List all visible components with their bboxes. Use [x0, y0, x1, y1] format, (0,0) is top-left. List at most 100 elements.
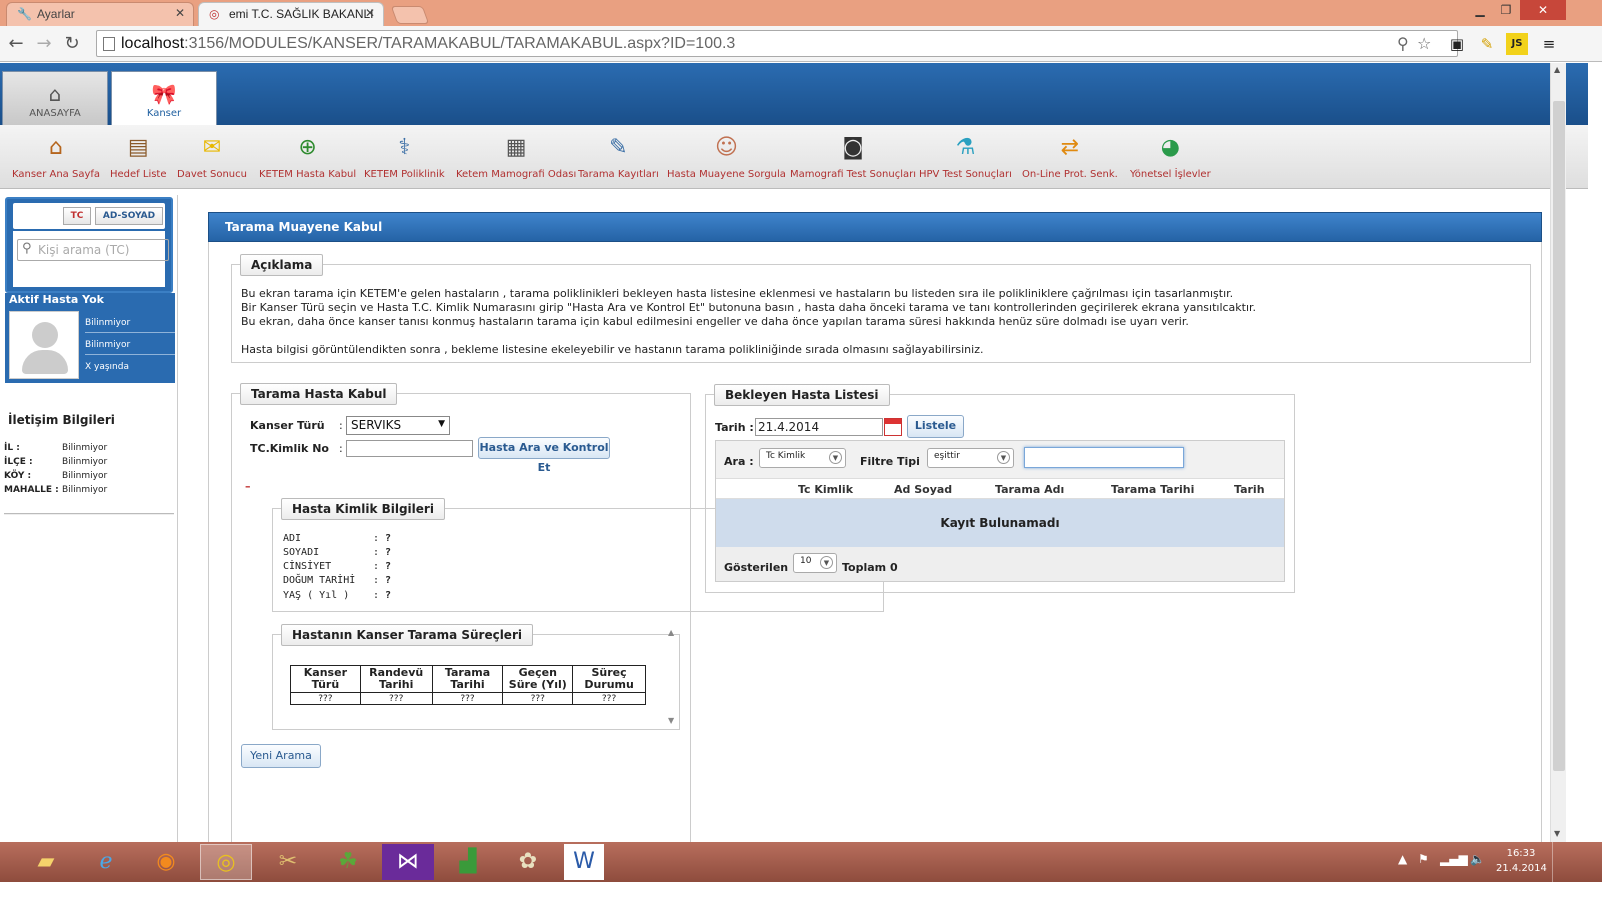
toolbar-exam-query[interactable]: ☺ Hasta Muayene Sorgula: [667, 133, 786, 180]
list-button[interactable]: Listele: [907, 415, 964, 438]
close-icon[interactable]: ✕: [175, 6, 185, 20]
wrench-icon: 🔧: [17, 7, 32, 21]
page-scrollbar[interactable]: ▲ ▼: [1550, 63, 1566, 843]
search-tab-tc[interactable]: TC: [63, 207, 91, 225]
js-extension-icon[interactable]: JS: [1506, 33, 1528, 55]
toolbar-target-list[interactable]: ▤ Hedef Liste: [110, 133, 167, 180]
tray-arrow-icon[interactable]: ▲: [1398, 852, 1407, 866]
word-icon[interactable]: W: [564, 844, 604, 880]
scroll-up-arrow-icon[interactable]: ▲: [668, 628, 674, 637]
toolbar-cancer-home[interactable]: ⌂ Kanser Ana Sayfa: [12, 133, 100, 180]
windows-taskbar: ▰ ℯ ◉ ◎ ✂ ☘ ⋈ ▟ ✿ W ▲ ⚑ ▂▄▆ 🔈 16:33 21.4…: [0, 842, 1602, 882]
visual-studio-icon[interactable]: ⋈: [382, 844, 434, 880]
grid-header-row: Tc Kimlik Ad Soyad Tarama Adı Tarama Tar…: [716, 479, 1284, 499]
active-patient-block: Aktif Hasta Yok Bilinmiyor Bilinmiyor X …: [5, 293, 175, 383]
network-icon[interactable]: ▂▄▆: [1440, 852, 1468, 866]
column-header[interactable]: Tarama Adı: [995, 483, 1064, 496]
identity-value: ?: [385, 533, 392, 544]
toolbar-online-sync[interactable]: ⇄ On-Line Prot. Senk.: [1022, 133, 1118, 180]
url-input[interactable]: localhost:3156/MODULES/KANSER/TARAMAKABU…: [96, 30, 1458, 57]
bookmark-star-icon[interactable]: ☆: [1417, 34, 1431, 53]
toolbar-label: On-Line Prot. Senk.: [1022, 169, 1118, 180]
back-arrow-icon[interactable]: ←: [4, 32, 28, 56]
toolbar-hpv-results[interactable]: ⚗ HPV Test Sonuçları: [919, 133, 1012, 180]
search-tab-name[interactable]: AD-SOYAD: [95, 207, 163, 225]
zoom-icon[interactable]: ⚲: [1397, 34, 1409, 53]
filter-type-select[interactable]: eşittir ▼: [927, 448, 1014, 468]
browser-tab-app[interactable]: ◎ emi T.C. SAĞLIK BAKANLI ✕: [198, 2, 384, 26]
total-count: Toplam 0: [842, 561, 898, 574]
firefox-icon[interactable]: ◉: [140, 844, 192, 880]
module-toolbar: ⌂ Kanser Ana Sayfa ▤ Hedef Liste ✉ Davet So…: [0, 125, 1588, 189]
page-size-select[interactable]: 10 ▼: [793, 553, 837, 573]
contact-key: İL :: [4, 443, 20, 453]
clock[interactable]: 16:33 21.4.2014: [1496, 846, 1547, 876]
shown-label: Gösterilen: [724, 561, 789, 574]
contact-key: KÖY :: [4, 471, 32, 481]
reload-icon[interactable]: ↻: [60, 32, 84, 56]
clock-date: 21.4.2014: [1496, 863, 1547, 874]
column-header[interactable]: Ad Soyad: [894, 483, 952, 496]
minimize-icon[interactable]: ▁: [1466, 0, 1494, 20]
column-header: Süreç Durumu: [572, 665, 646, 693]
tab-home-label: ANASAYFA: [29, 108, 81, 119]
colon: :: [339, 419, 343, 432]
internet-explorer-icon[interactable]: ℯ: [80, 844, 132, 880]
search-box-area: ⚲ Kişi arama (TC): [13, 231, 169, 287]
search-field-select[interactable]: Tc Kimlik ▼: [759, 448, 846, 468]
chrome-icon[interactable]: ◎: [200, 844, 252, 880]
calendar-icon[interactable]: [884, 418, 902, 436]
toolbar-mammography-room[interactable]: ▦ Ketem Mamografi Odası: [456, 133, 576, 180]
column-header[interactable]: Tarih: [1234, 483, 1265, 496]
url-text: localhost:3156/MODULES/KANSER/TARAMAKABU…: [121, 35, 736, 52]
tools-app-icon[interactable]: ✂: [262, 844, 314, 880]
new-search-button[interactable]: Yeni Arama: [241, 744, 321, 768]
identity-legend: Hasta Kimlik Bilgileri: [281, 498, 445, 520]
volume-icon[interactable]: 🔈: [1470, 852, 1485, 866]
toolbar-screening-records[interactable]: ✎ Tarama Kayıtları: [578, 133, 659, 180]
tc-input[interactable]: [346, 440, 473, 457]
contact-row: KÖY : Bilinmiyor: [4, 471, 107, 481]
show-desktop-button[interactable]: [1552, 842, 1562, 882]
toolbar-polyclinic[interactable]: ⚕ KETEM Poliklinik: [364, 133, 445, 180]
extension-icon[interactable]: ▣: [1446, 33, 1468, 55]
grid-search-input[interactable]: [1024, 447, 1184, 468]
identity-value: ?: [385, 575, 392, 586]
tab-cancer[interactable]: 🎀 Kanser: [111, 71, 217, 125]
toolbar-mammography-results[interactable]: ◙ Mamografi Test Sonuçları: [790, 133, 916, 180]
person-search-input[interactable]: ⚲ Kişi arama (TC): [17, 239, 169, 261]
description-line: [241, 329, 1256, 343]
scroll-up-arrow-icon[interactable]: ▲: [1554, 65, 1560, 74]
pencil-extension-icon[interactable]: ✎: [1476, 33, 1498, 55]
cancer-type-select[interactable]: SERVIKS ▼: [346, 416, 450, 435]
scroll-down-arrow-icon[interactable]: ▼: [668, 716, 674, 725]
chart-app-icon[interactable]: ▟: [442, 844, 494, 880]
forward-arrow-icon[interactable]: →: [32, 32, 56, 56]
restore-icon[interactable]: ❐: [1492, 0, 1520, 20]
page-icon: [103, 37, 115, 51]
column-header[interactable]: Tc Kimlik: [798, 483, 853, 496]
scroll-down-arrow-icon[interactable]: ▼: [1554, 829, 1560, 838]
flag-icon[interactable]: ⚑: [1418, 852, 1429, 866]
close-icon[interactable]: ✕: [365, 6, 375, 20]
search-patient-button[interactable]: Hasta Ara ve Kontrol Et: [478, 437, 610, 474]
file-explorer-icon[interactable]: ▰: [20, 844, 72, 880]
menu-icon[interactable]: ≡: [1538, 33, 1560, 55]
toolbar-admin[interactable]: ◕ Yönetsel İşlevler: [1130, 133, 1211, 180]
toolbar-invite-result[interactable]: ✉ Davet Sonucu: [177, 133, 247, 180]
column-header[interactable]: Tarama Tarihi: [1111, 483, 1194, 496]
doctor-icon: ☺: [714, 135, 738, 160]
frog-app-icon[interactable]: ☘: [322, 844, 374, 880]
scrollbar-thumb[interactable]: [1553, 101, 1565, 771]
table-cell: ???: [359, 692, 433, 705]
intake-legend: Tarama Hasta Kabul: [240, 383, 398, 405]
tab-home[interactable]: ⌂ ANASAYFA: [2, 71, 108, 125]
new-tab-button[interactable]: [390, 6, 430, 24]
date-input[interactable]: 21.4.2014: [755, 418, 883, 436]
description-line: Hasta bilgisi görüntülendikten sonra , b…: [241, 343, 984, 356]
list-icon: ▤: [127, 135, 149, 160]
paint-app-icon[interactable]: ✿: [502, 844, 554, 880]
browser-tab-settings[interactable]: 🔧 Ayarlar ✕: [6, 2, 194, 26]
toolbar-patient-intake[interactable]: ⊕ KETEM Hasta Kabul: [259, 133, 356, 180]
window-close-icon[interactable]: ✕: [1520, 0, 1566, 20]
